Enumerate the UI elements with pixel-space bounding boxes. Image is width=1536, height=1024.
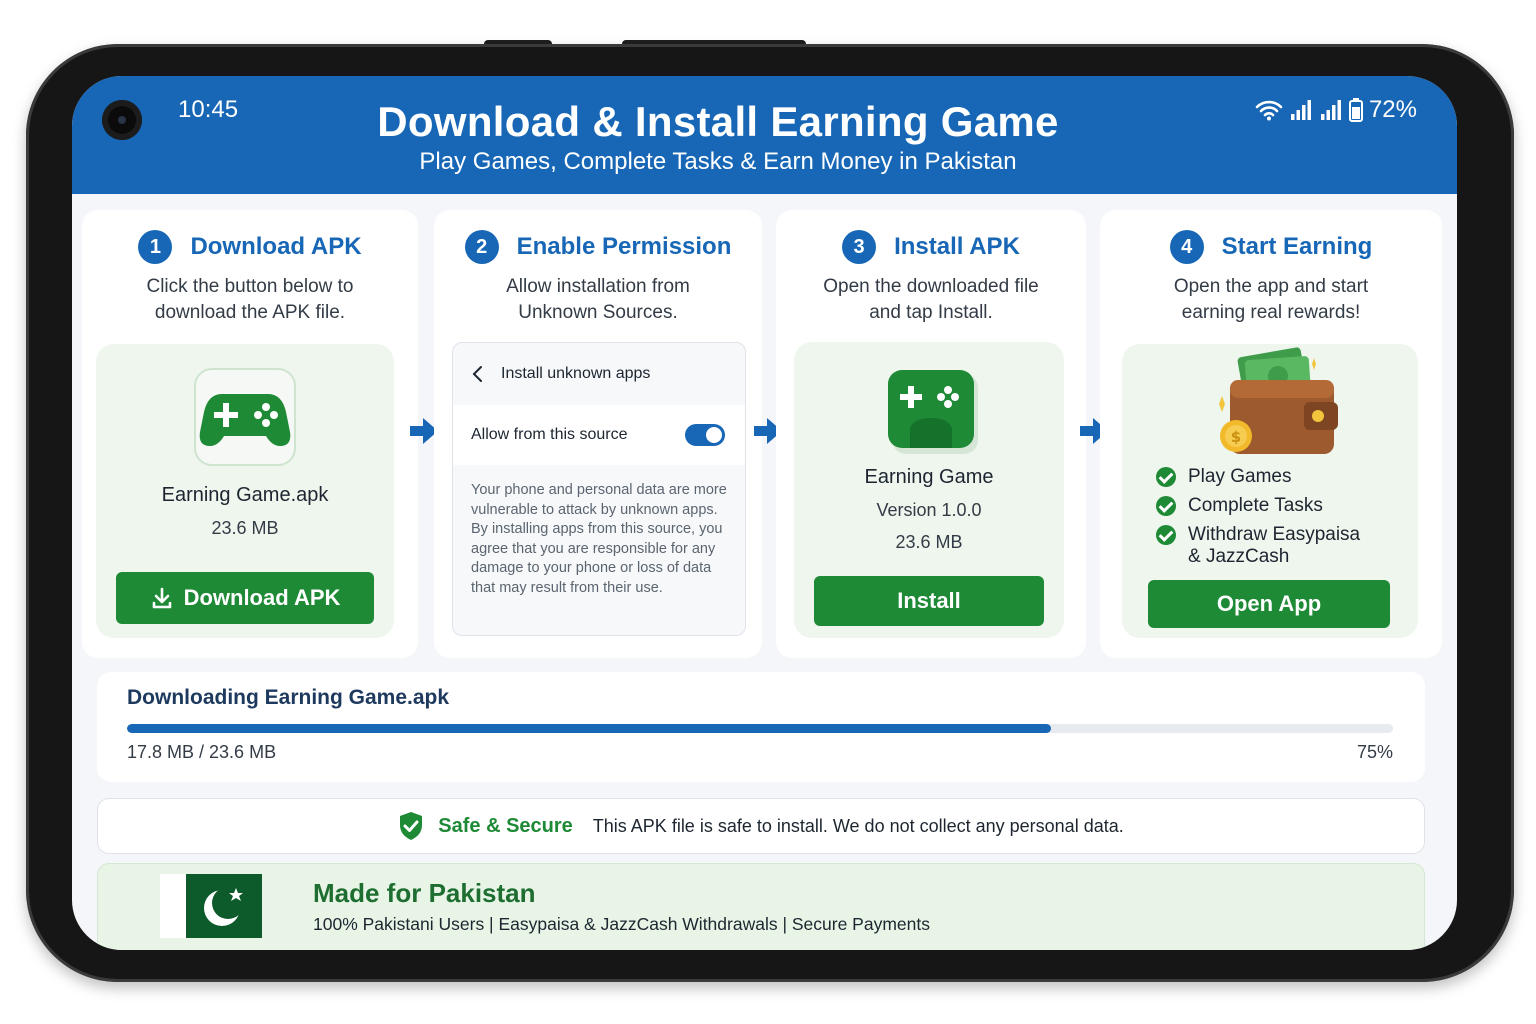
apk-file-name: Earning Game.apk: [161, 484, 329, 506]
list-item: Complete Tasks: [1156, 495, 1360, 517]
battery-icon: [1348, 98, 1363, 122]
unknown-apps-dialog: Install unknown apps Allow from this sou…: [452, 342, 746, 636]
download-apk-button[interactable]: Download APK: [116, 572, 374, 624]
list-item: Play Games: [1156, 466, 1360, 488]
step-number-2: 2: [464, 230, 499, 264]
step-number-3: 3: [842, 230, 877, 264]
dialog-title: Install unknown apps: [501, 365, 651, 382]
gamepad-app-icon: [888, 370, 978, 454]
signal-icon: [1290, 100, 1311, 120]
apk-file-size: 23.6 MB: [211, 518, 279, 538]
step-card-download: 1 Download APK Click the button below to…: [82, 210, 418, 658]
install-button[interactable]: Install: [814, 576, 1044, 626]
download-icon: [152, 587, 171, 609]
dialog-header: Install unknown apps: [453, 343, 745, 405]
progress-fill: [127, 724, 1052, 733]
download-progress-title: Downloading Earning Game.apk: [127, 686, 450, 709]
gamepad-app-icon: [194, 368, 296, 466]
download-panel: Earning Game.apk 23.6 MB Download APK: [96, 344, 394, 638]
app-version: Version 1.0.0: [876, 500, 982, 520]
step-number-4: 4: [1169, 230, 1204, 264]
check-icon: [1156, 525, 1176, 545]
list-item: Withdraw Easypaisa & JazzCash: [1156, 524, 1360, 568]
safety-title: Safe & Secure: [438, 814, 573, 837]
install-panel: Earning Game Version 1.0.0 23.6 MB Insta…: [794, 342, 1064, 638]
feature-list: Play Games Complete Tasks Withdraw Easyp…: [1156, 466, 1360, 575]
header-bar: 10:45 Download & Install Earning Game Pl…: [72, 76, 1457, 194]
crescent-star-icon: [204, 887, 244, 926]
page-title: Download & Install Earning Game: [377, 98, 1059, 145]
open-app-button[interactable]: Open App: [1148, 580, 1390, 628]
download-size: 17.8 MB / 23.6 MB: [127, 742, 277, 762]
step-desc-4: Open the app and start earning real rewar…: [1173, 276, 1369, 323]
shield-check-icon: [400, 812, 423, 840]
pakistan-flag: [160, 874, 262, 938]
app-size: 23.6 MB: [895, 532, 963, 552]
step-title-3: Install APK: [894, 233, 1020, 260]
back-chevron-icon[interactable]: [471, 365, 483, 383]
pakistan-text: 100% Pakistani Users | Easypaisa & JazzC…: [313, 914, 930, 934]
pakistan-banner: Made for Pakistan 100% Pakistani Users |…: [97, 863, 1425, 950]
step-desc-1: Click the button below to download the AP…: [146, 276, 354, 323]
download-progress-card: Downloading Earning Game.apk 17.8 MB / 2…: [97, 672, 1425, 782]
wifi-icon: [1255, 100, 1283, 121]
step-number-1: 1: [138, 230, 173, 264]
step-desc-2: Allow installation from Unknown Sources.: [506, 276, 690, 323]
step-title-4: Start Earning: [1221, 233, 1373, 260]
screen: 10:45 Download & Install Earning Game Pl…: [72, 76, 1457, 950]
step-card-install: 3 Install APK Open the downloaded file an…: [776, 210, 1086, 658]
download-percent: 75%: [1356, 742, 1393, 762]
status-icons: 72%: [1255, 96, 1417, 124]
allow-source-toggle[interactable]: [685, 424, 725, 446]
step-title-2: Enable Permission: [516, 233, 732, 260]
progress-track: [127, 724, 1393, 733]
step-desc-3: Open the downloaded file and tap Install.: [823, 276, 1039, 323]
signal-icon-2: [1320, 100, 1341, 120]
toggle-label: Allow from this source: [471, 426, 628, 443]
safety-banner: Safe & Secure This APK file is safe to i…: [97, 798, 1425, 854]
svg-text:$: $: [1231, 428, 1241, 446]
rewards-panel: $ Play Games Complete Tasks Withdraw Eas…: [1122, 344, 1418, 638]
pakistan-title: Made for Pakistan: [313, 878, 536, 908]
step-card-permission: 2 Enable Permission Allow installation f…: [434, 210, 762, 658]
security-warning: Your phone and personal data are more vu…: [471, 482, 727, 596]
step-title-1: Download APK: [190, 233, 362, 260]
step-card-earning: 4 Start Earning Open the app and start ea…: [1100, 210, 1442, 658]
check-icon: [1156, 467, 1176, 487]
battery-percent: 72%: [1368, 96, 1417, 123]
app-name: Earning Game: [864, 466, 994, 488]
allow-source-row[interactable]: Allow from this source: [453, 405, 745, 465]
wallet-icon: $: [1219, 347, 1338, 454]
check-icon: [1156, 496, 1176, 516]
safety-text: This APK file is safe to install. We do …: [592, 815, 1124, 836]
page-subtitle: Play Games, Complete Tasks & Earn Money …: [419, 148, 1017, 175]
